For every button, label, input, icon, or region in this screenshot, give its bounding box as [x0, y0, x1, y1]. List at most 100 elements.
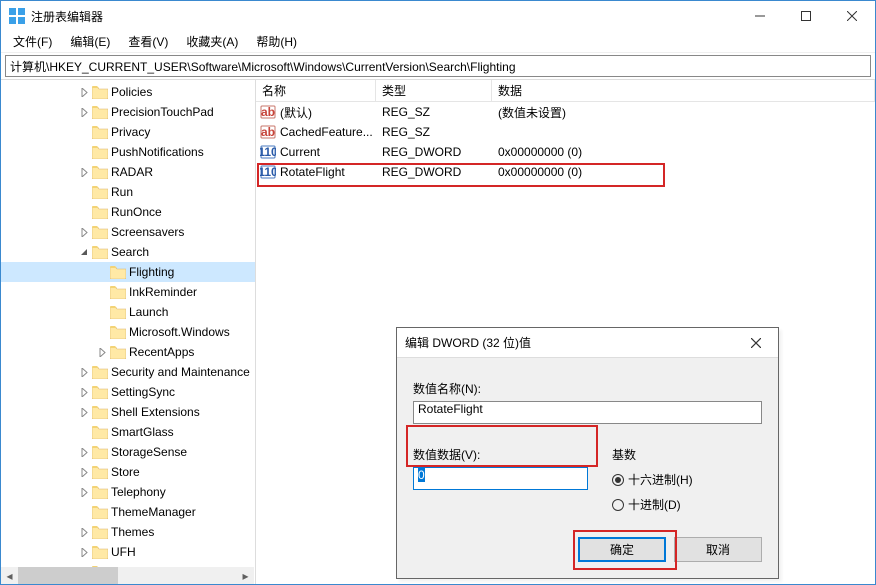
tree-label: UFH	[111, 545, 136, 559]
menu-edit[interactable]: 编辑(E)	[62, 31, 118, 52]
close-button[interactable]	[829, 1, 875, 31]
tree-label: Security and Maintenance	[111, 365, 250, 379]
dialog-buttons: 确定 取消	[397, 517, 778, 562]
ok-button[interactable]: 确定	[578, 537, 666, 562]
value-name-cell: ab(默认)	[256, 104, 376, 121]
menu-favorites[interactable]: 收藏夹(A)	[178, 31, 246, 52]
tree-item[interactable]: ThemeManager	[1, 502, 255, 522]
tree-item[interactable]: StorageSense	[1, 442, 255, 462]
dialog-close-button[interactable]	[742, 328, 770, 357]
svg-text:ab: ab	[261, 105, 275, 119]
radio-hex-row[interactable]: 十六进制(H)	[612, 471, 693, 488]
titlebar: 注册表编辑器	[1, 1, 875, 31]
expand-icon[interactable]	[77, 528, 91, 537]
expand-icon[interactable]	[77, 228, 91, 237]
cancel-button[interactable]: 取消	[674, 537, 762, 562]
maximize-button[interactable]	[783, 1, 829, 31]
value-row[interactable]: 110RotateFlightREG_DWORD0x00000000 (0)	[256, 162, 875, 182]
tree-label: Telephony	[111, 485, 166, 499]
expand-icon[interactable]	[77, 88, 91, 97]
value-type-cell: REG_SZ	[376, 125, 492, 139]
expand-icon[interactable]	[77, 248, 91, 257]
scroll-right-icon[interactable]: ▸	[237, 567, 254, 584]
tree-item[interactable]: InkReminder	[1, 282, 255, 302]
tree-item[interactable]: Security and Maintenance	[1, 362, 255, 382]
tree-item[interactable]: SmartGlass	[1, 422, 255, 442]
value-row[interactable]: abCachedFeature...REG_SZ	[256, 122, 875, 142]
menu-help[interactable]: 帮助(H)	[248, 31, 305, 52]
tree-item[interactable]: RunOnce	[1, 202, 255, 222]
col-type[interactable]: 类型	[376, 80, 492, 102]
menu-view[interactable]: 查看(V)	[120, 31, 176, 52]
expand-icon[interactable]	[95, 348, 109, 357]
scroll-left-icon[interactable]: ◂	[1, 567, 18, 584]
window-title: 注册表编辑器	[31, 8, 737, 25]
tree-label: Store	[111, 465, 140, 479]
tree-item[interactable]: RADAR	[1, 162, 255, 182]
tree-item[interactable]: PrecisionTouchPad	[1, 102, 255, 122]
expand-icon[interactable]	[77, 108, 91, 117]
expand-icon[interactable]	[77, 168, 91, 177]
regedit-window: 注册表编辑器 文件(F) 编辑(E) 查看(V) 收藏夹(A) 帮助(H) 计算…	[0, 0, 876, 585]
tree-label: InkReminder	[129, 285, 197, 299]
tree-item[interactable]: UFH	[1, 542, 255, 562]
value-name-cell: abCachedFeature...	[256, 124, 376, 140]
tree-item[interactable]: Themes	[1, 522, 255, 542]
tree-item[interactable]: Privacy	[1, 122, 255, 142]
expand-icon[interactable]	[77, 388, 91, 397]
radio-hex[interactable]	[612, 474, 624, 486]
tree-pane[interactable]: Policies PrecisionTouchPad PrivacyPushNoti…	[1, 80, 256, 584]
tree-item[interactable]: Telephony	[1, 482, 255, 502]
tree-item[interactable]: Policies	[1, 82, 255, 102]
menu-file[interactable]: 文件(F)	[5, 31, 60, 52]
tree-item[interactable]: RecentApps	[1, 342, 255, 362]
value-data-label: 数值数据(V):	[413, 446, 588, 463]
expand-icon[interactable]	[77, 468, 91, 477]
tree-label: SettingSync	[111, 385, 175, 399]
col-data[interactable]: 数据	[492, 80, 875, 102]
svg-text:110: 110	[260, 165, 276, 179]
value-data-cell: 0x00000000 (0)	[492, 165, 875, 179]
tree-item[interactable]: Store	[1, 462, 255, 482]
scroll-track[interactable]	[18, 567, 237, 584]
expand-icon[interactable]	[77, 408, 91, 417]
radio-dec-label: 十进制(D)	[628, 496, 681, 513]
expand-icon[interactable]	[77, 448, 91, 457]
base-label: 基数	[612, 446, 693, 463]
radio-dec[interactable]	[612, 499, 624, 511]
tree-item[interactable]: PushNotifications	[1, 142, 255, 162]
minimize-button[interactable]	[737, 1, 783, 31]
dialog-body: 数值名称(N): RotateFlight 数值数据(V): 0 基数 十六进制…	[397, 358, 778, 517]
tree-item[interactable]: Run	[1, 182, 255, 202]
value-data-cell: (数值未设置)	[492, 104, 875, 121]
expand-icon[interactable]	[77, 368, 91, 377]
tree-label: Flighting	[129, 265, 174, 279]
tree-label: PrecisionTouchPad	[111, 105, 214, 119]
tree-item[interactable]: Screensavers	[1, 222, 255, 242]
tree-label: Search	[111, 245, 149, 259]
tree-label: Run	[111, 185, 133, 199]
value-data-field[interactable]: 0	[413, 467, 588, 490]
value-row[interactable]: 110CurrentREG_DWORD0x00000000 (0)	[256, 142, 875, 162]
tree-item[interactable]: Microsoft.Windows	[1, 322, 255, 342]
tree-item[interactable]: Shell Extensions	[1, 402, 255, 422]
address-text: 计算机\HKEY_CURRENT_USER\Software\Microsoft…	[10, 58, 516, 75]
address-bar[interactable]: 计算机\HKEY_CURRENT_USER\Software\Microsoft…	[5, 55, 871, 77]
col-name[interactable]: 名称	[256, 80, 376, 102]
expand-icon[interactable]	[77, 548, 91, 557]
tree-item[interactable]: Search	[1, 242, 255, 262]
svg-text:110: 110	[260, 145, 276, 159]
value-type-cell: REG_SZ	[376, 105, 492, 119]
value-type-cell: REG_DWORD	[376, 165, 492, 179]
tree-item[interactable]: SettingSync	[1, 382, 255, 402]
tree-hscroll[interactable]: ◂ ▸	[1, 567, 254, 584]
tree-item[interactable]: Flighting	[1, 262, 255, 282]
value-row[interactable]: ab(默认)REG_SZ(数值未设置)	[256, 102, 875, 122]
expand-icon[interactable]	[77, 488, 91, 497]
values-header: 名称 类型 数据	[256, 80, 875, 102]
tree-item[interactable]: Launch	[1, 302, 255, 322]
scroll-thumb[interactable]	[18, 567, 118, 584]
value-name-field[interactable]: RotateFlight	[413, 401, 762, 424]
tree-label: RecentApps	[129, 345, 194, 359]
radio-dec-row[interactable]: 十进制(D)	[612, 496, 693, 513]
